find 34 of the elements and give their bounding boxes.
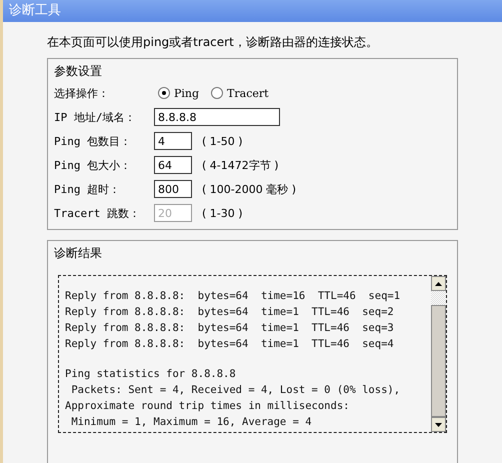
- field-label: Ping 包大小：: [54, 158, 132, 172]
- output-line: Reply from 8.8.8.8: bytes=64 time=1 TTL=46 seq=4: [65, 337, 395, 352]
- field-label: Tracert 跳数：: [54, 206, 141, 220]
- radio-icon[interactable]: [211, 87, 224, 99]
- output-line: Packets: Sent = 4, Received = 4, Lost = 0 (0% loss),: [70, 383, 402, 398]
- output-line: Approximate round trip times in milliseconds:: [65, 399, 350, 414]
- output-line: Reply from 8.8.8.8: bytes=64 time=1 TTL=46 seq=3: [65, 321, 395, 336]
- field-label: Ping 超时：: [54, 182, 122, 196]
- field-label: 选择操作：: [54, 86, 110, 100]
- range-hint: ( 1-50 ): [202, 134, 243, 148]
- panel-title: 参数设置: [54, 63, 103, 80]
- scrollbar[interactable]: [431, 276, 446, 432]
- output-line: Reply from 8.8.8.8: bytes=64 time=16 TTL=46 seq=1: [65, 289, 402, 304]
- window-title: 诊断工具: [3, 0, 502, 22]
- output-line: Ping statistics for 8.8.8.8: [65, 367, 237, 382]
- input-field[interactable]: 64: [154, 156, 192, 174]
- radio-option[interactable]: Tracert: [211, 86, 269, 100]
- scroll-thumb[interactable]: [431, 305, 446, 417]
- radio-option[interactable]: Ping: [158, 86, 200, 100]
- range-hint: ( 4-1472字节 ): [202, 158, 279, 172]
- output-line: Reply from 8.8.8.8: bytes=64 time=1 TTL=46 seq=2: [65, 305, 395, 320]
- intro-text: 在本页面可以使用ping或者tracert，诊断路由器的连接状态。: [47, 34, 379, 50]
- panel-title: 诊断结果: [54, 245, 103, 262]
- scroll-up-icon[interactable]: [431, 276, 446, 291]
- radio-icon[interactable]: [158, 87, 170, 99]
- field-label: Ping 包数目：: [54, 134, 132, 148]
- range-hint: ( 100-2000 毫秒 ): [202, 182, 296, 196]
- input-field[interactable]: 4: [154, 132, 192, 150]
- output-line: Minimum = 1, Maximum = 16, Average = 4: [70, 415, 313, 430]
- range-hint: ( 1-30 ): [202, 206, 243, 220]
- input-field[interactable]: 8.8.8.8: [154, 108, 280, 126]
- field-label: IP 地址/域名：: [54, 110, 136, 124]
- input-field[interactable]: 800: [154, 180, 192, 198]
- scroll-down-icon[interactable]: [431, 417, 446, 432]
